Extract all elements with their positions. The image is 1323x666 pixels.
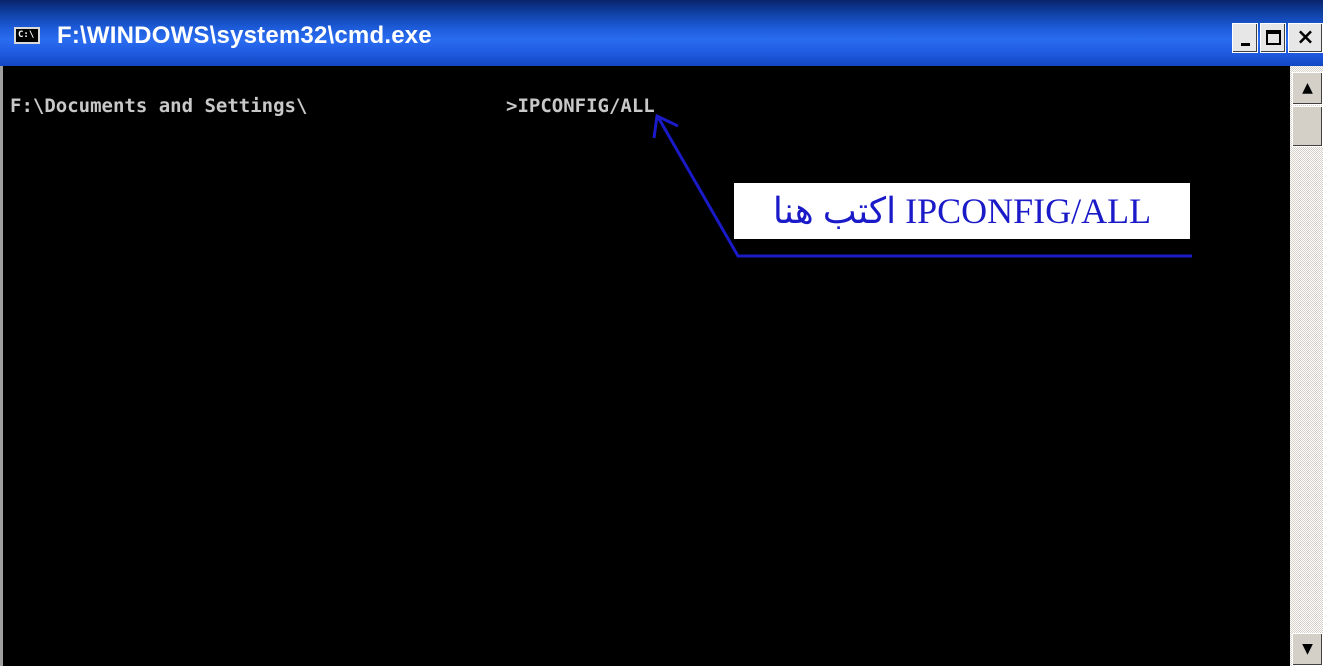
annotation-text: اكتب هنا IPCONFIG/ALL xyxy=(772,191,1152,231)
minimize-icon xyxy=(1241,43,1250,46)
console-command: >IPCONFIG/ALL xyxy=(506,95,655,117)
console-output[interactable] xyxy=(0,66,1290,666)
console-prompt: F:\Documents and Settings\ xyxy=(10,95,308,117)
close-icon: × xyxy=(1296,25,1315,50)
scroll-down-icon: ▼ xyxy=(1302,641,1313,657)
scroll-thumb[interactable] xyxy=(1292,106,1323,147)
window-title: F:\WINDOWS\system32\cmd.exe xyxy=(57,22,432,49)
scroll-down-button[interactable]: ▼ xyxy=(1292,633,1323,666)
cmd-app-icon[interactable]: C:\ xyxy=(14,27,40,44)
scroll-up-button[interactable]: ▲ xyxy=(1292,72,1323,105)
close-button[interactable]: × xyxy=(1288,23,1323,53)
minimize-button[interactable] xyxy=(1232,23,1258,53)
maximize-button[interactable] xyxy=(1260,23,1286,53)
vertical-scrollbar[interactable]: ▲ ▼ xyxy=(1290,66,1323,666)
cmd-window: C:\ F:\WINDOWS\system32\cmd.exe × F:\Doc… xyxy=(0,0,1323,666)
annotation-callout: اكتب هنا IPCONFIG/ALL xyxy=(734,183,1190,239)
title-bar[interactable]: C:\ F:\WINDOWS\system32\cmd.exe × xyxy=(0,0,1323,66)
maximize-icon xyxy=(1266,30,1281,45)
scroll-up-icon: ▲ xyxy=(1302,80,1313,96)
